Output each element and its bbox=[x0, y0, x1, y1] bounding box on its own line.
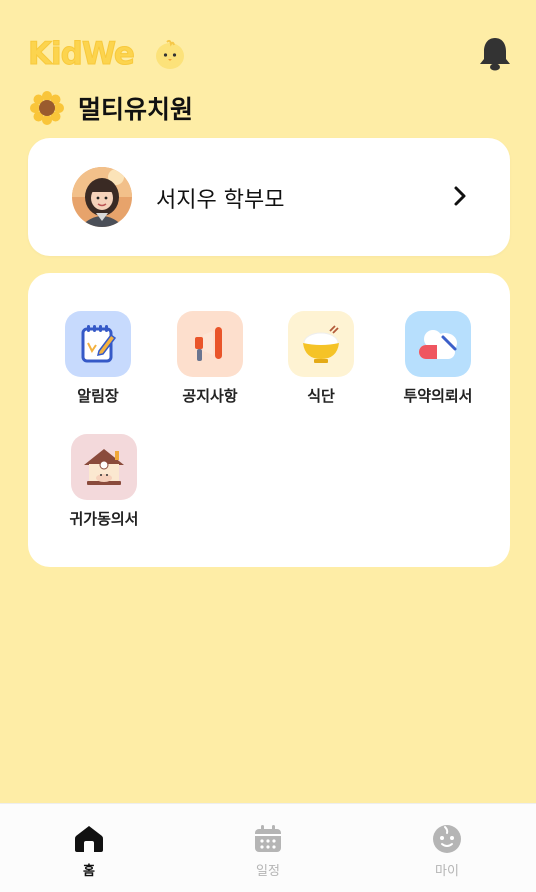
menu-label: 알림장 bbox=[77, 387, 119, 405]
home-icon bbox=[75, 826, 103, 852]
house-icon bbox=[71, 434, 137, 500]
menu-label: 귀가동의서 bbox=[69, 510, 139, 528]
child-photo bbox=[72, 167, 132, 227]
nav-item-my[interactable]: 마이 bbox=[407, 824, 487, 879]
rice-bowl-icon bbox=[288, 311, 354, 377]
chevron-right-icon[interactable] bbox=[450, 185, 470, 207]
profile-card[interactable]: 서지우 학부모 bbox=[28, 138, 510, 256]
face-icon bbox=[433, 825, 461, 853]
nav-label: 홈 bbox=[83, 864, 95, 879]
notebook-icon bbox=[65, 311, 131, 377]
kindergarten-name: 멀티유치원 bbox=[78, 95, 194, 124]
nav-item-schedule[interactable]: 일정 bbox=[228, 824, 308, 879]
menu-label: 식단 bbox=[307, 387, 335, 405]
menu-item-meal[interactable]: 식단 bbox=[266, 311, 376, 406]
nav-label: 일정 bbox=[256, 864, 280, 879]
nav-label: 마이 bbox=[435, 864, 459, 879]
pill-icon bbox=[405, 311, 471, 377]
menu-item-medication[interactable]: 투약의뢰서 bbox=[383, 311, 493, 406]
menu-item-pickup-consent[interactable]: 귀가동의서 bbox=[49, 434, 159, 529]
megaphone-icon bbox=[177, 311, 243, 377]
notification-bell-icon[interactable] bbox=[478, 36, 512, 72]
chick-icon bbox=[156, 39, 184, 69]
profile-name: 서지우 학부모 bbox=[156, 188, 285, 213]
calendar-icon bbox=[255, 825, 281, 852]
app-logo: KidWe bbox=[28, 36, 136, 73]
menu-grid: 알림장 공지사항 식단 투약의뢰서 귀가동의서 bbox=[28, 273, 510, 567]
menu-label: 공지사항 bbox=[182, 387, 238, 405]
sunflower-icon bbox=[30, 91, 64, 125]
nav-item-home[interactable]: 홈 bbox=[49, 824, 129, 879]
avatar bbox=[70, 165, 134, 229]
kindergarten-title: 멀티유치원 bbox=[30, 90, 193, 126]
menu-item-notice[interactable]: 공지사항 bbox=[155, 311, 265, 406]
menu-item-notebook[interactable]: 알림장 bbox=[43, 311, 153, 406]
bottom-navigation: 홈 일정 마이 bbox=[0, 803, 536, 892]
menu-label: 투약의뢰서 bbox=[403, 387, 473, 405]
app-header: KidWe bbox=[28, 30, 512, 80]
